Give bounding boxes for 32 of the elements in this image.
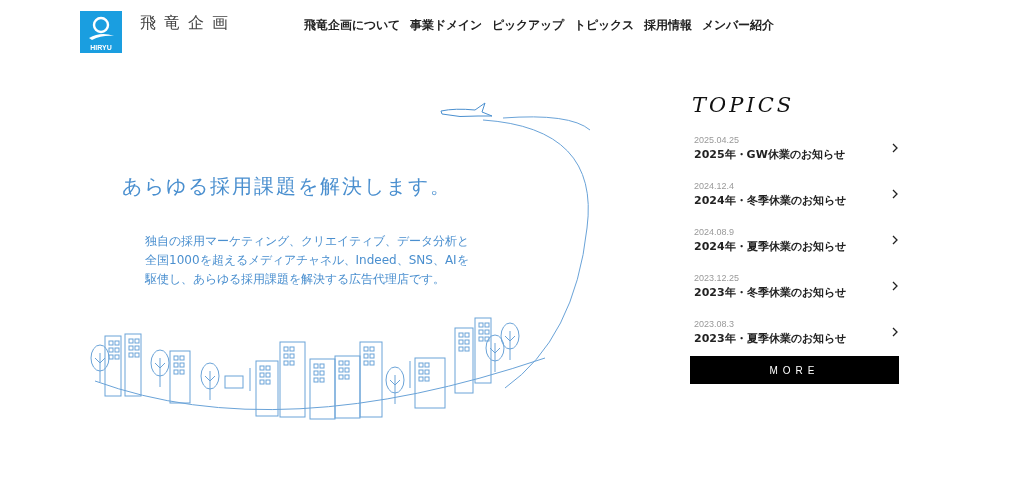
nav-link[interactable]: ピックアップ (492, 16, 564, 34)
chevron-icon (892, 189, 898, 199)
nav-link[interactable]: 事業ドメイン (410, 16, 482, 34)
more-button[interactable]: MORE (690, 356, 899, 384)
topic-title: 2025年・GW休業のお知らせ (694, 146, 845, 163)
chevron-icon (892, 281, 898, 291)
topic-title: 2023年・夏季休業のお知らせ (694, 330, 846, 347)
hero-description: 独自の採用マーケティング、クリエイティブ、データ分析と 全国1000を超えるメディアチャネル、Indeed、SNS、AIを 駆使し、あらゆる採用課題を解決する広告代理店です。 (145, 233, 469, 288)
nav-link[interactable]: 飛竜企画について (304, 16, 400, 34)
topics-heading: TOPICS (692, 95, 796, 116)
chevron-icon (892, 143, 898, 153)
airplane-icon (440, 102, 493, 118)
hero-title: あらゆる採用課題を解決します。 (122, 174, 452, 198)
nav-link[interactable]: 採用情報 (644, 16, 692, 34)
nav-link[interactable]: メンバー紹介 (702, 16, 774, 34)
topic-date: 2023.12.25 (694, 271, 741, 285)
topic-date: 2023.08.3 (694, 317, 736, 331)
nav-link[interactable]: トピックス (574, 16, 634, 34)
topic-date: 2024.12.4 (694, 179, 736, 193)
topic-item[interactable]: 2023.08.3 2023年・夏季休業のお知らせ (690, 309, 900, 355)
topic-title: 2024年・夏季休業のお知らせ (694, 238, 846, 255)
topic-item[interactable]: 2025.04.25 2025年・GW休業のお知らせ (690, 125, 900, 171)
topic-date: 2025.04.25 (694, 133, 741, 147)
chevron-icon (892, 235, 898, 245)
brand-name: 飛竜企画 (140, 12, 236, 34)
topic-date: 2024.08.9 (694, 225, 736, 239)
topic-item[interactable]: 2023.12.25 2023年・冬季休業のお知らせ (690, 263, 900, 309)
topic-item[interactable]: 2024.08.9 2024年・夏季休業のお知らせ (690, 217, 900, 263)
topic-title: 2024年・冬季休業のお知らせ (694, 192, 846, 209)
topic-item[interactable]: 2024.12.4 2024年・冬季休業のお知らせ (690, 171, 900, 217)
topic-title: 2023年・冬季休業のお知らせ (694, 284, 846, 301)
chevron-icon (892, 327, 898, 337)
